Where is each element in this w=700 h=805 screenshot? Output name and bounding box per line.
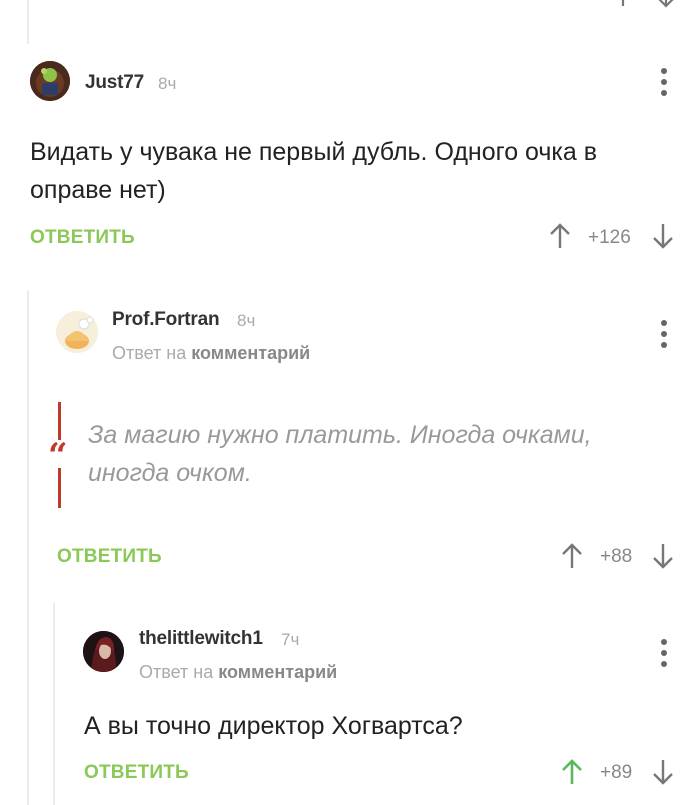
comment-text: Видать у чувака не первый дубль. Одного … [30, 138, 598, 204]
reply-to-link[interactable]: комментарий [191, 343, 310, 363]
quote-icon: “ [48, 436, 68, 476]
comment-text: А вы точно директор Хогвартса? [84, 712, 463, 740]
more-options-icon[interactable] [661, 68, 667, 96]
more-options-icon[interactable] [661, 320, 667, 348]
downvote-icon[interactable] [651, 222, 675, 250]
avatar[interactable] [30, 61, 70, 101]
username[interactable]: Prof.Fortran [112, 309, 220, 331]
username[interactable]: Just77 [85, 72, 144, 94]
up-arrow-icon[interactable] [613, 0, 633, 8]
downvote-icon[interactable] [651, 542, 675, 570]
quote-bar [58, 402, 61, 440]
reply-button[interactable]: ОТВЕТИТЬ [30, 227, 135, 249]
upvote-icon[interactable] [548, 222, 572, 250]
thread-line [53, 603, 55, 805]
rating-score: +89 [600, 762, 633, 783]
down-arrow-icon[interactable] [656, 0, 676, 8]
thread-line [27, 290, 29, 805]
rating-score: +88 [600, 546, 633, 567]
downvote-icon[interactable] [651, 758, 675, 786]
more-options-icon[interactable] [661, 639, 667, 667]
username[interactable]: thelittlewitch1 [139, 628, 263, 650]
upvote-icon[interactable] [560, 542, 584, 570]
quote-bar [58, 468, 61, 508]
rating-score: +126 [588, 227, 631, 248]
upvote-icon[interactable] [560, 758, 584, 786]
timestamp: 8ч [237, 311, 256, 330]
timestamp: 7ч [281, 630, 300, 649]
avatar[interactable] [56, 311, 98, 353]
reply-to-label: Ответ на комментарий [139, 662, 338, 682]
reply-to-label: Ответ на комментарий [112, 343, 311, 363]
avatar[interactable] [83, 631, 124, 672]
reply-button[interactable]: ОТВЕТИТЬ [57, 546, 162, 568]
quote-text: За магию нужно платить. Иногда очками, и… [88, 421, 592, 487]
timestamp: 8ч [158, 74, 177, 93]
thread-line [27, 0, 29, 44]
reply-button[interactable]: ОТВЕТИТЬ [84, 762, 189, 784]
reply-to-link[interactable]: комментарий [218, 662, 337, 682]
